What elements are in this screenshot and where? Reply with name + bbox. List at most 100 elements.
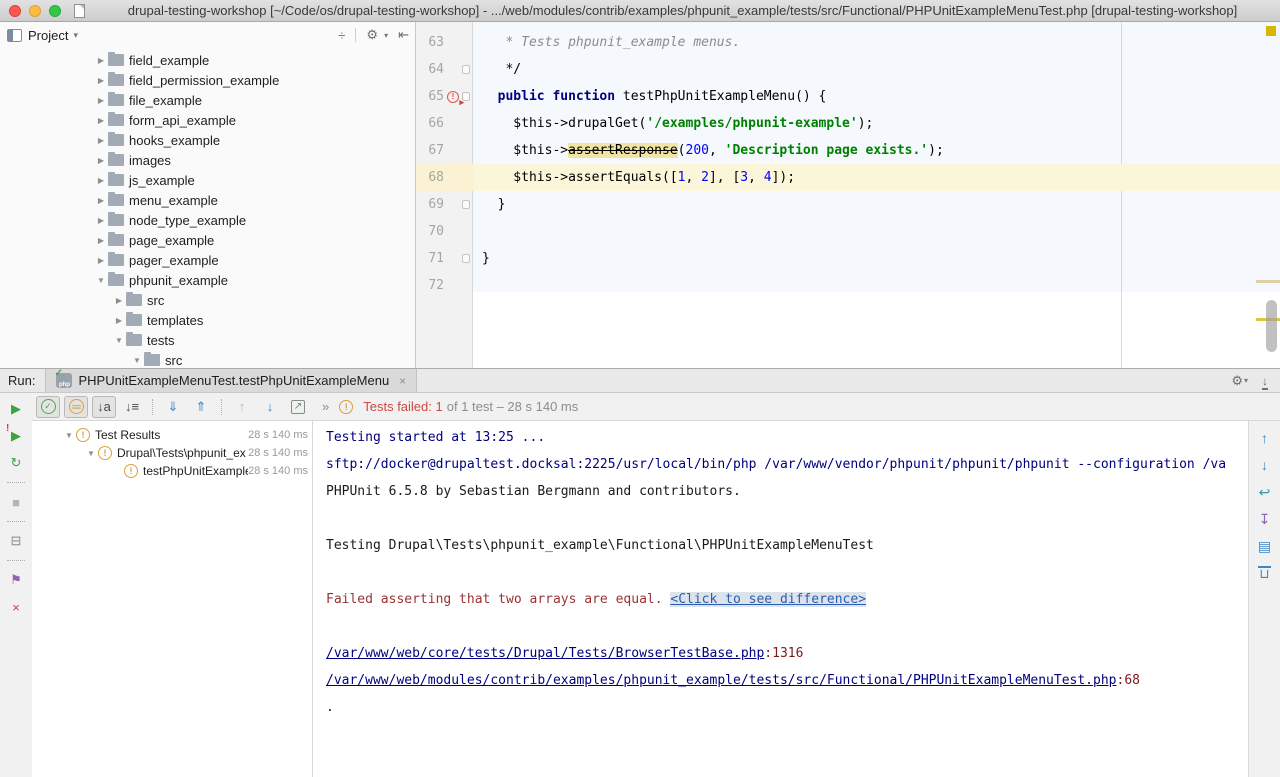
tree-item-field_permission_example[interactable]: ▶field_permission_example — [0, 70, 415, 90]
chevron-down-icon[interactable]: ▼ — [130, 356, 144, 365]
dock-window-button[interactable]: ↓ — [1262, 373, 1268, 388]
hide-panel-button[interactable]: ⇤ — [398, 27, 409, 43]
inspection-status-indicator[interactable] — [1266, 26, 1276, 36]
rerun-failed-tests-button[interactable]: ▶! — [6, 426, 26, 446]
code-text[interactable]: $this->assertResponse(200, 'Description … — [474, 137, 1280, 164]
tree-item-src[interactable]: ▼src — [0, 350, 415, 368]
collapse-all-button[interactable]: ⇑ — [189, 396, 213, 418]
see-difference-link[interactable]: <Click to see difference> — [670, 592, 866, 607]
tree-item-page_example[interactable]: ▶page_example — [0, 230, 415, 250]
close-icon[interactable]: × — [399, 374, 406, 388]
code-text[interactable]: $this->assertEquals([1, 2], [3, 4]); — [474, 164, 1280, 191]
previous-failed-test-button[interactable]: ↑ — [230, 396, 254, 418]
code-text[interactable]: } — [474, 191, 1280, 218]
settings-button[interactable]: ⚙▾ — [366, 27, 388, 43]
sort-alphabetically-toggle[interactable]: ↓a — [92, 396, 116, 418]
chevron-right-icon[interactable]: ▶ — [94, 256, 108, 265]
stack-trace-file-link[interactable]: /var/www/web/modules/contrib/examples/ph… — [326, 673, 1117, 688]
scroll-to-end-button[interactable]: ↧ — [1255, 510, 1275, 528]
close-window-button[interactable] — [9, 5, 21, 17]
fold-marker-icon[interactable] — [462, 65, 470, 74]
next-failed-test-button[interactable]: ↓ — [258, 396, 282, 418]
chevron-right-icon[interactable]: ▶ — [94, 76, 108, 85]
toggle-auto-test-button[interactable]: ↻ — [6, 453, 26, 473]
tree-item-src[interactable]: ▶src — [0, 290, 415, 310]
overflow-chevron-icon[interactable]: » — [322, 399, 329, 414]
chevron-down-icon[interactable]: ▼ — [84, 449, 98, 458]
tree-item-node_type_example[interactable]: ▶node_type_example — [0, 210, 415, 230]
soft-wrap-toggle[interactable]: ↩ — [1255, 483, 1275, 501]
import-test-results-button[interactable]: ↗ — [286, 396, 310, 418]
run-settings-button[interactable]: ⚙▾ — [1231, 373, 1248, 389]
project-panel-title[interactable]: Project — [28, 28, 68, 43]
tree-item-tests[interactable]: ▼tests — [0, 330, 415, 350]
test-tree-row[interactable]: ▼!Test Results28 s 140 ms — [32, 426, 312, 444]
fold-marker-icon[interactable] — [462, 92, 470, 101]
code-text[interactable]: } — [474, 245, 1280, 272]
code-text[interactable]: public function testPhpUnitExampleMenu()… — [474, 83, 1280, 110]
show-passed-toggle[interactable]: ✓ — [36, 396, 60, 418]
zoom-window-button[interactable] — [49, 5, 61, 17]
tree-item-field_example[interactable]: ▶field_example — [0, 50, 415, 70]
tree-item-images[interactable]: ▶images — [0, 150, 415, 170]
print-button[interactable]: ▤ — [1255, 537, 1275, 555]
chevron-right-icon[interactable]: ▶ — [94, 136, 108, 145]
tree-item-js_example[interactable]: ▶js_example — [0, 170, 415, 190]
document-icon — [74, 4, 85, 18]
editor-scrollbar[interactable] — [1266, 300, 1277, 352]
show-ignored-toggle[interactable]: ≡≡ — [64, 396, 88, 418]
chevron-right-icon[interactable]: ▶ — [94, 196, 108, 205]
tree-item-templates[interactable]: ▶templates — [0, 310, 415, 330]
expand-all-button[interactable]: ⇓ — [161, 396, 185, 418]
chevron-right-icon[interactable]: ▶ — [94, 116, 108, 125]
tree-item-menu_example[interactable]: ▶menu_example — [0, 190, 415, 210]
code-text[interactable] — [474, 272, 1280, 299]
title-bar: drupal-testing-workshop [~/Code/os/drupa… — [0, 0, 1280, 22]
chevron-right-icon[interactable]: ▶ — [94, 56, 108, 65]
code-editor[interactable]: 63 * Tests phpunit_example menus.64 */65… — [416, 22, 1280, 368]
clear-console-button[interactable]: ⊔ — [1255, 564, 1275, 582]
test-tree-row[interactable]: ▼!Drupal\Tests\phpunit_ex28 s 140 ms — [32, 444, 312, 462]
pin-tab-button[interactable]: ⚑ — [6, 570, 26, 590]
close-tab-button[interactable]: × — [6, 597, 26, 617]
up-stack-trace-button[interactable]: ↑ — [1255, 429, 1275, 447]
chevron-right-icon[interactable]: ▶ — [94, 216, 108, 225]
chevron-right-icon[interactable]: ▶ — [94, 96, 108, 105]
folder-icon — [108, 154, 124, 166]
chevron-down-icon[interactable]: ▼ — [94, 276, 108, 285]
restore-layout-button[interactable]: ⊟ — [6, 531, 26, 551]
chevron-right-icon[interactable]: ▶ — [94, 176, 108, 185]
code-text[interactable]: * Tests phpunit_example menus. — [474, 29, 1280, 56]
chevron-right-icon[interactable]: ▶ — [94, 156, 108, 165]
stack-trace-file-link[interactable]: /var/www/web/core/tests/Drupal/Tests/Bro… — [326, 646, 764, 661]
project-tool-window: Project ▾ ÷ ⚙▾ ⇤ ▶field_example▶field_perm… — [0, 22, 416, 368]
fold-marker-icon[interactable] — [462, 200, 470, 209]
code-line-68: 68 $this->assertEquals([1, 2], [3, 4]); — [416, 164, 1280, 191]
sort-by-duration-button[interactable]: ↓≡ — [120, 396, 144, 418]
code-text[interactable]: $this->drupalGet('/examples/phpunit-exam… — [474, 110, 1280, 137]
error-stripe-mark[interactable] — [1256, 280, 1280, 283]
failed-test-gutter-icon[interactable]: ! — [447, 91, 459, 103]
down-stack-trace-button[interactable]: ↓ — [1255, 456, 1275, 474]
tree-item-file_example[interactable]: ▶file_example — [0, 90, 415, 110]
code-text[interactable] — [474, 218, 1280, 245]
rerun-tests-button[interactable]: ▶ — [6, 399, 26, 419]
test-tree-row[interactable]: !testPhpUnitExampleM28 s 140 ms — [32, 462, 312, 480]
fold-marker-icon[interactable] — [462, 254, 470, 263]
collapse-all-button[interactable]: ÷ — [338, 28, 345, 43]
stop-button[interactable]: ■ — [6, 492, 26, 512]
tree-item-hooks_example[interactable]: ▶hooks_example — [0, 130, 415, 150]
chevron-right-icon[interactable]: ▶ — [94, 236, 108, 245]
chevron-right-icon[interactable]: ▶ — [112, 316, 126, 325]
code-text[interactable]: */ — [474, 56, 1280, 83]
tree-item-form_api_example[interactable]: ▶form_api_example — [0, 110, 415, 130]
minimize-window-button[interactable] — [29, 5, 41, 17]
chevron-down-icon[interactable]: ▼ — [62, 431, 76, 440]
run-tab[interactable]: php ✓ PHPUnitExampleMenuTest.testPhpUnit… — [45, 369, 417, 392]
chevron-right-icon[interactable]: ▶ — [112, 296, 126, 305]
chevron-down-icon[interactable]: ▼ — [112, 336, 126, 345]
tree-item-label: pager_example — [129, 253, 219, 268]
tree-item-phpunit_example[interactable]: ▼phpunit_example — [0, 270, 415, 290]
tree-item-pager_example[interactable]: ▶ pager_example — [0, 250, 415, 270]
chevron-down-icon[interactable]: ▾ — [73, 30, 78, 41]
